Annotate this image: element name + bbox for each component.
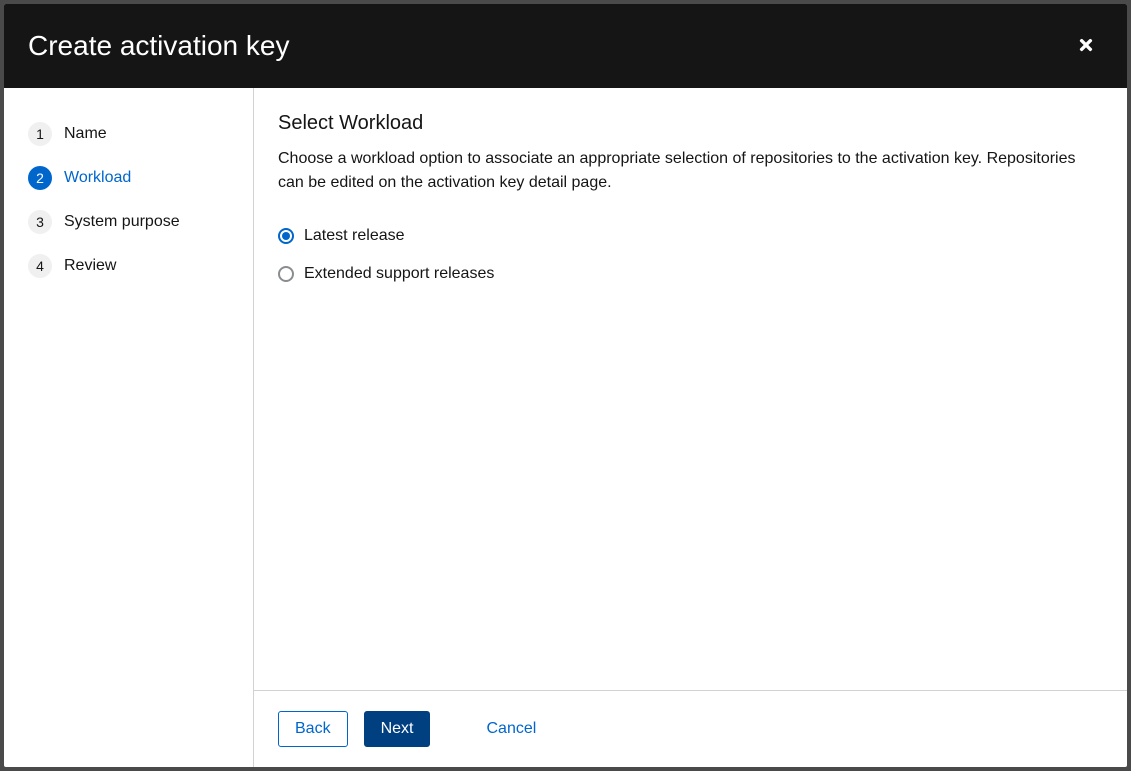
content-description: Choose a workload option to associate an… [278,147,1103,195]
back-button[interactable]: Back [278,711,348,747]
step-label: Workload [64,169,131,187]
step-number: 2 [28,166,52,190]
radio-latest-release[interactable]: Latest release [278,227,1103,245]
radio-label: Latest release [304,227,405,245]
close-icon [1077,36,1095,57]
wizard-sidebar: 1 Name 2 Workload 3 System purpose 4 Rev… [4,88,254,767]
workload-radio-group: Latest release Extended support releases [278,227,1103,283]
radio-label: Extended support releases [304,265,494,283]
wizard-footer: Back Next Cancel [254,690,1127,767]
next-button[interactable]: Next [364,711,431,747]
radio-dot-icon [282,232,290,240]
modal-title: Create activation key [28,30,289,62]
cancel-button[interactable]: Cancel [470,712,552,746]
create-activation-key-modal: Create activation key 1 Name 2 Workload … [4,4,1127,767]
step-number: 1 [28,122,52,146]
radio-icon [278,266,294,282]
step-label: Name [64,125,107,143]
step-label: Review [64,257,116,275]
step-workload[interactable]: 2 Workload [20,156,237,200]
modal-header: Create activation key [4,4,1127,88]
radio-icon [278,228,294,244]
step-number: 4 [28,254,52,278]
step-name[interactable]: 1 Name [20,112,237,156]
close-button[interactable] [1069,28,1103,65]
content-title: Select Workload [278,112,1103,135]
step-list: 1 Name 2 Workload 3 System purpose 4 Rev… [20,112,237,288]
modal-body: 1 Name 2 Workload 3 System purpose 4 Rev… [4,88,1127,767]
step-system-purpose[interactable]: 3 System purpose [20,200,237,244]
radio-extended-support[interactable]: Extended support releases [278,265,1103,283]
wizard-content: Select Workload Choose a workload option… [254,88,1127,767]
step-review[interactable]: 4 Review [20,244,237,288]
content-main: Select Workload Choose a workload option… [254,88,1127,690]
step-number: 3 [28,210,52,234]
step-label: System purpose [64,213,180,231]
